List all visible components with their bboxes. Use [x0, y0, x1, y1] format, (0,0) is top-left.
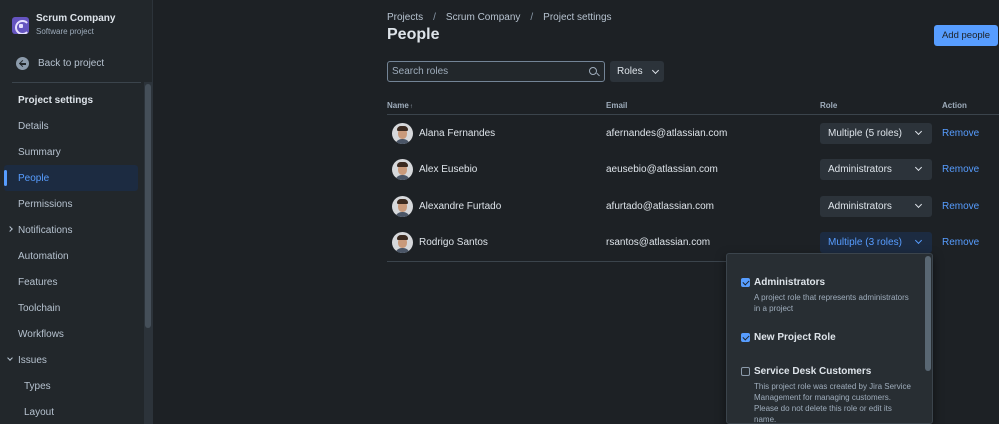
arrow-left-circle-icon: [16, 57, 29, 70]
sidebar: Scrum Company Software project Back to p…: [0, 0, 153, 424]
user-name: Alexandre Furtado: [419, 201, 501, 212]
checkbox[interactable]: [741, 367, 750, 376]
column-header-name[interactable]: Name↑: [387, 101, 413, 110]
roles-filter-button[interactable]: Roles: [610, 61, 664, 82]
search-input[interactable]: [388, 62, 578, 81]
user-name: Alana Fernandes: [419, 128, 495, 139]
sidebar-item-issues[interactable]: Issues: [4, 347, 138, 373]
checkbox[interactable]: [741, 278, 750, 287]
breadcrumb: Projects / Scrum Company / Project setti…: [387, 12, 612, 23]
sidebar-scrollbar[interactable]: [144, 82, 152, 424]
role-select[interactable]: Administrators: [820, 159, 932, 180]
table-row: Alex Eusebio aeusebio@atlassian.com Admi…: [387, 151, 999, 187]
chevron-right-icon: [7, 226, 13, 232]
remove-link[interactable]: Remove: [942, 237, 979, 248]
breadcrumb-project-settings[interactable]: Project settings: [543, 12, 611, 23]
dropdown-scrollbar[interactable]: [925, 256, 931, 371]
role-dropdown-menu: Administrators A project role that repre…: [726, 253, 933, 424]
user-name: Alex Eusebio: [419, 164, 477, 175]
user-email: aeusebio@atlassian.com: [606, 164, 718, 175]
breadcrumb-separator: /: [433, 12, 436, 23]
remove-link[interactable]: Remove: [942, 201, 979, 212]
role-select[interactable]: Administrators: [820, 196, 932, 217]
project-header[interactable]: Scrum Company Software project: [12, 12, 115, 37]
breadcrumb-projects[interactable]: Projects: [387, 12, 423, 23]
table-row: Alana Fernandes afernandes@atlassian.com…: [387, 115, 999, 151]
remove-link[interactable]: Remove: [942, 128, 979, 139]
breadcrumb-separator: /: [530, 12, 533, 23]
column-header-email: Email: [606, 101, 627, 110]
back-to-project-label: Back to project: [38, 58, 104, 69]
role-select[interactable]: Multiple (5 roles): [820, 123, 932, 144]
avatar: [392, 232, 413, 253]
search-icon: [589, 67, 597, 75]
user-email: rsantos@atlassian.com: [606, 237, 710, 248]
sidebar-item-workflows[interactable]: Workflows: [4, 321, 138, 347]
back-to-project-link[interactable]: Back to project: [16, 57, 104, 70]
avatar: [392, 196, 413, 217]
sidebar-nav: Project settings Details Summary People …: [4, 87, 138, 424]
breadcrumb-scrum-company[interactable]: Scrum Company: [446, 12, 520, 23]
user-email: afurtado@atlassian.com: [606, 201, 714, 212]
add-people-button[interactable]: Add people: [934, 25, 998, 46]
chevron-up-icon: [915, 237, 922, 244]
page-title: People: [387, 26, 439, 44]
sidebar-divider: [12, 82, 141, 83]
user-name: Rodrigo Santos: [419, 237, 488, 248]
role-option-description: A project role that represents administr…: [754, 292, 914, 314]
role-select[interactable]: Multiple (3 roles): [820, 232, 932, 253]
sidebar-heading-project-settings: Project settings: [4, 87, 138, 113]
avatar: [392, 159, 413, 180]
chevron-down-icon: [915, 164, 922, 171]
remove-link[interactable]: Remove: [942, 164, 979, 175]
sidebar-item-permissions[interactable]: Permissions: [4, 191, 138, 217]
sidebar-item-summary[interactable]: Summary: [4, 139, 138, 165]
sidebar-item-types[interactable]: Types: [4, 373, 138, 399]
sidebar-item-people[interactable]: People: [4, 165, 138, 191]
user-email: afernandes@atlassian.com: [606, 128, 727, 139]
sidebar-scrollbar-thumb[interactable]: [145, 84, 151, 328]
chevron-down-icon: [652, 66, 659, 73]
search-roles-field[interactable]: [387, 61, 605, 82]
sidebar-item-details[interactable]: Details: [4, 113, 138, 139]
chevron-down-icon: [915, 201, 922, 208]
chevron-down-icon: [915, 128, 922, 135]
project-logo-icon: [12, 17, 29, 34]
sidebar-item-automation[interactable]: Automation: [4, 243, 138, 269]
sidebar-item-notifications[interactable]: Notifications: [4, 217, 138, 243]
avatar: [392, 123, 413, 144]
sidebar-item-layout[interactable]: Layout: [4, 399, 138, 424]
chevron-down-icon: [7, 355, 13, 361]
checkbox[interactable]: [741, 333, 750, 342]
sidebar-item-toolchain[interactable]: Toolchain: [4, 295, 138, 321]
project-name: Scrum Company: [36, 12, 115, 26]
roles-filter-label: Roles: [617, 66, 643, 77]
role-option-description: This project role was created by Jira Se…: [754, 381, 914, 424]
column-header-action: Action: [942, 101, 967, 110]
table-bottom-divider: [387, 261, 727, 262]
sort-ascending-icon: ↑: [410, 104, 413, 110]
table-row: Alexandre Furtado afurtado@atlassian.com…: [387, 188, 999, 224]
column-header-role: Role: [820, 101, 837, 110]
project-type: Software project: [36, 26, 115, 37]
sidebar-item-features[interactable]: Features: [4, 269, 138, 295]
